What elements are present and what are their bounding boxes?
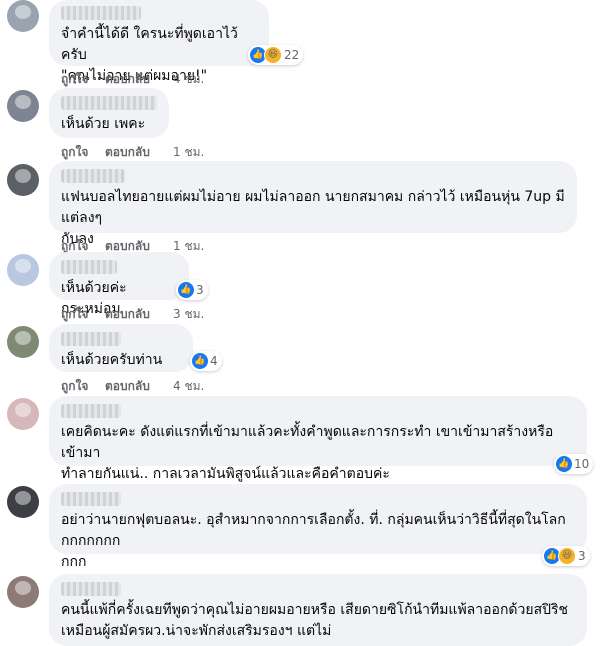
reaction-count: 3 xyxy=(196,283,204,297)
avatar[interactable] xyxy=(7,326,39,358)
reaction-count: 22 xyxy=(284,48,300,62)
comment-actions: ถูกใจ ตอบกลับ 3 ชม. xyxy=(61,305,204,324)
like-reaction-icon: 👍 xyxy=(178,282,194,298)
commenter-name-blurred[interactable] xyxy=(61,169,125,183)
reaction-count: 4 xyxy=(210,354,218,368)
commenter-name-blurred[interactable] xyxy=(61,582,121,596)
avatar[interactable] xyxy=(7,254,39,286)
commenter-name-blurred[interactable] xyxy=(61,404,121,418)
comment-bubble: เคยคิดนะคะ ดังแต่แรกที่เข้ามาแล้วคะทั้งค… xyxy=(49,396,587,482)
reply-link[interactable]: ตอบกลับ xyxy=(105,143,173,162)
avatar[interactable] xyxy=(7,398,39,430)
like-link[interactable]: ถูกใจ xyxy=(61,305,105,324)
commenter-name-blurred[interactable] xyxy=(61,332,121,346)
comment-text: เห็นด้วยครับท่าน xyxy=(61,352,163,368)
like-reaction-icon: 👍 xyxy=(192,353,208,369)
commenter-name-blurred[interactable] xyxy=(61,6,141,20)
commenter-name-blurred[interactable] xyxy=(61,96,157,110)
like-link[interactable]: ถูกใจ xyxy=(61,377,105,396)
commenter-name-blurred[interactable] xyxy=(61,492,121,506)
comment-bubble: อย่าว่านายกฟุตบอลนะ. อุสำหมากจากการเลือก… xyxy=(49,484,587,570)
comment-bubble: เห็นด้วยค่ะกระหม่อม xyxy=(49,252,189,317)
avatar[interactable] xyxy=(7,486,39,518)
comment-bubble: แฟนบอลไทยอายแต่ผมไม่อาย ผมไม่ลาออก นายกส… xyxy=(49,161,577,247)
reply-link[interactable]: ตอบกลับ xyxy=(105,70,173,89)
comment-text: เคยคิดนะคะ ดังแต่แรกที่เข้ามาแล้วคะทั้งค… xyxy=(61,424,554,482)
haha-reaction-icon: 😆 xyxy=(558,547,576,565)
avatar[interactable] xyxy=(7,90,39,122)
comment-bubble: เห็นด้วย เพคะ xyxy=(49,88,169,138)
reaction-summary[interactable]: 👍 4 xyxy=(190,351,222,371)
comment-text: คนนี้แพ้กี่ครั้งเฉยทีพูดว่าคุณไม่อายผมอา… xyxy=(61,602,569,639)
comment-time[interactable]: 3 ชม. xyxy=(173,305,204,324)
reply-link[interactable]: ตอบกลับ xyxy=(105,305,173,324)
comment-actions: ถูกใจ ตอบกลับ 1 ชม. xyxy=(61,143,204,162)
reaction-count: 3 xyxy=(578,549,586,563)
like-reaction-icon: 👍 xyxy=(556,456,572,472)
avatar[interactable] xyxy=(7,164,39,196)
avatar[interactable] xyxy=(7,576,39,608)
comment-actions: ถูกใจ ตอบกลับ 4 ชม. xyxy=(61,70,204,89)
avatar[interactable] xyxy=(7,0,39,32)
reaction-summary[interactable]: 👍 3 xyxy=(176,280,208,300)
comment-bubble: เห็นด้วยครับท่าน xyxy=(49,324,193,372)
reaction-summary[interactable]: 👍 😆 3 xyxy=(542,546,590,566)
reaction-count: 10 xyxy=(574,457,590,471)
comment-bubble: จำคำนี้ได้ดี ใครนะที่พูดเอาไว้ครับ "คุณไ… xyxy=(49,0,269,84)
comment-text: เห็นด้วย เพคะ xyxy=(61,116,146,132)
reply-link[interactable]: ตอบกลับ xyxy=(105,377,173,396)
haha-reaction-icon: 😆 xyxy=(264,46,282,64)
comment-time[interactable]: 1 ชม. xyxy=(173,143,204,162)
like-link[interactable]: ถูกใจ xyxy=(61,143,105,162)
comment-bubble: คนนี้แพ้กี่ครั้งเฉยทีพูดว่าคุณไม่อายผมอา… xyxy=(49,574,587,646)
comment-actions: ถูกใจ ตอบกลับ 4 ชม. xyxy=(61,377,204,396)
reaction-summary[interactable]: 👍 10 xyxy=(554,454,594,474)
comment-text: อย่าว่านายกฟุตบอลนะ. อุสำหมากจากการเลือก… xyxy=(61,512,566,570)
reaction-summary[interactable]: 👍 😆 22 xyxy=(248,45,304,65)
commenter-name-blurred[interactable] xyxy=(61,260,117,274)
comment-time[interactable]: 4 ชม. xyxy=(173,70,204,89)
like-link[interactable]: ถูกใจ xyxy=(61,70,105,89)
comment-time[interactable]: 4 ชม. xyxy=(173,377,204,396)
